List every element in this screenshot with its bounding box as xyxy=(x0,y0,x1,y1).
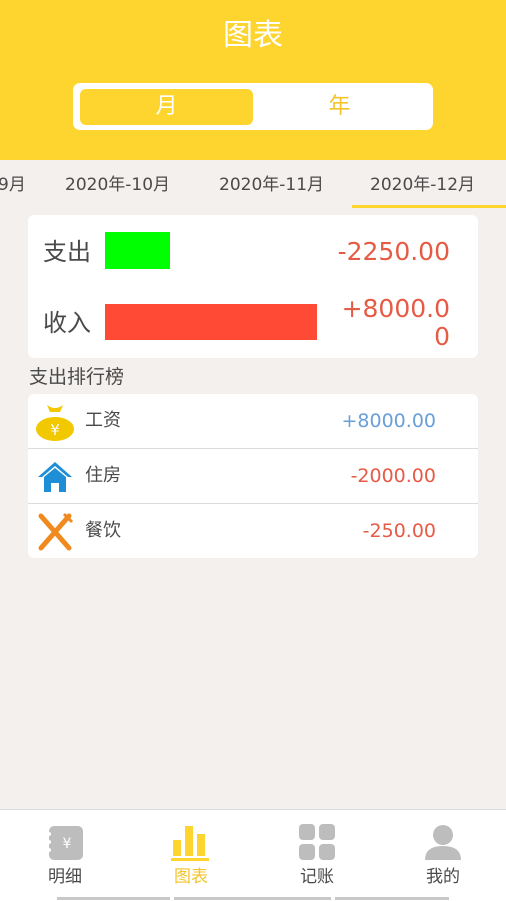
page-title: 图表 xyxy=(223,18,283,53)
income-bar xyxy=(105,304,317,340)
user-icon xyxy=(425,825,461,860)
ranking-item-salary[interactable]: ¥ 工资 +8000.00 xyxy=(28,394,478,448)
ranking-item-value: -250.00 xyxy=(362,520,436,542)
tab-label: 明细 xyxy=(48,867,82,887)
ranking-list: ¥ 工资 +8000.00 住房 -2000.00 餐饮 -250.00 xyxy=(28,394,478,558)
ranking-item-value: +8000.00 xyxy=(341,410,437,432)
summary-card: 支出 -2250.00 收入 +8000.00 xyxy=(28,215,478,358)
income-label: 收入 xyxy=(43,309,91,337)
tab-me[interactable]: 我的 xyxy=(380,810,506,901)
tab-label: 图表 xyxy=(174,867,208,887)
month-tab-november[interactable]: 2020年-11月 xyxy=(219,174,324,196)
ranking-item-value: -2000.00 xyxy=(350,465,436,487)
house-icon xyxy=(38,462,72,492)
svg-text:¥: ¥ xyxy=(63,836,72,852)
bottom-tab-bar: ¥ 明细 图表 记账 我的 xyxy=(0,809,506,901)
income-total: +8000.00 xyxy=(341,294,450,351)
ranking-item-dining[interactable]: 餐饮 -250.00 xyxy=(28,503,478,558)
month-tab-december[interactable]: 2020年-12月 xyxy=(370,174,475,196)
grid-icon xyxy=(299,824,335,860)
money-bag-icon: ¥ xyxy=(36,405,74,441)
bar-chart-icon xyxy=(171,826,209,861)
ranking-title: 支出排行榜 xyxy=(29,366,125,388)
month-tab-october[interactable]: 2020年-10月 xyxy=(65,174,170,196)
fork-knife-icon xyxy=(38,512,74,551)
header: 图表 月 年 xyxy=(0,0,506,160)
expense-bar xyxy=(105,232,170,269)
ranking-item-housing[interactable]: 住房 -2000.00 xyxy=(28,448,478,503)
expense-total: -2250.00 xyxy=(337,237,450,266)
ranking-item-label: 餐饮 xyxy=(85,520,121,541)
segment-year[interactable]: 年 xyxy=(253,89,426,125)
ledger-icon: ¥ xyxy=(47,826,83,860)
ranking-item-label: 住房 xyxy=(85,465,121,486)
period-segmented-control: 月 年 xyxy=(73,83,433,130)
svg-text:¥: ¥ xyxy=(50,421,60,439)
month-tab-september[interactable]: 9月 xyxy=(0,174,26,196)
tab-charts[interactable]: 图表 xyxy=(128,810,254,901)
expense-label: 支出 xyxy=(43,238,91,266)
tab-bookkeeping[interactable]: 记账 xyxy=(254,810,380,901)
ranking-item-label: 工资 xyxy=(85,410,121,431)
tab-details[interactable]: ¥ 明细 xyxy=(2,810,128,901)
tab-label: 我的 xyxy=(426,867,460,887)
active-month-underline xyxy=(352,205,506,208)
tab-label: 记账 xyxy=(300,867,334,887)
segment-month[interactable]: 月 xyxy=(80,89,253,125)
month-selector: 9月 2020年-10月 2020年-11月 2020年-12月 xyxy=(0,160,506,210)
